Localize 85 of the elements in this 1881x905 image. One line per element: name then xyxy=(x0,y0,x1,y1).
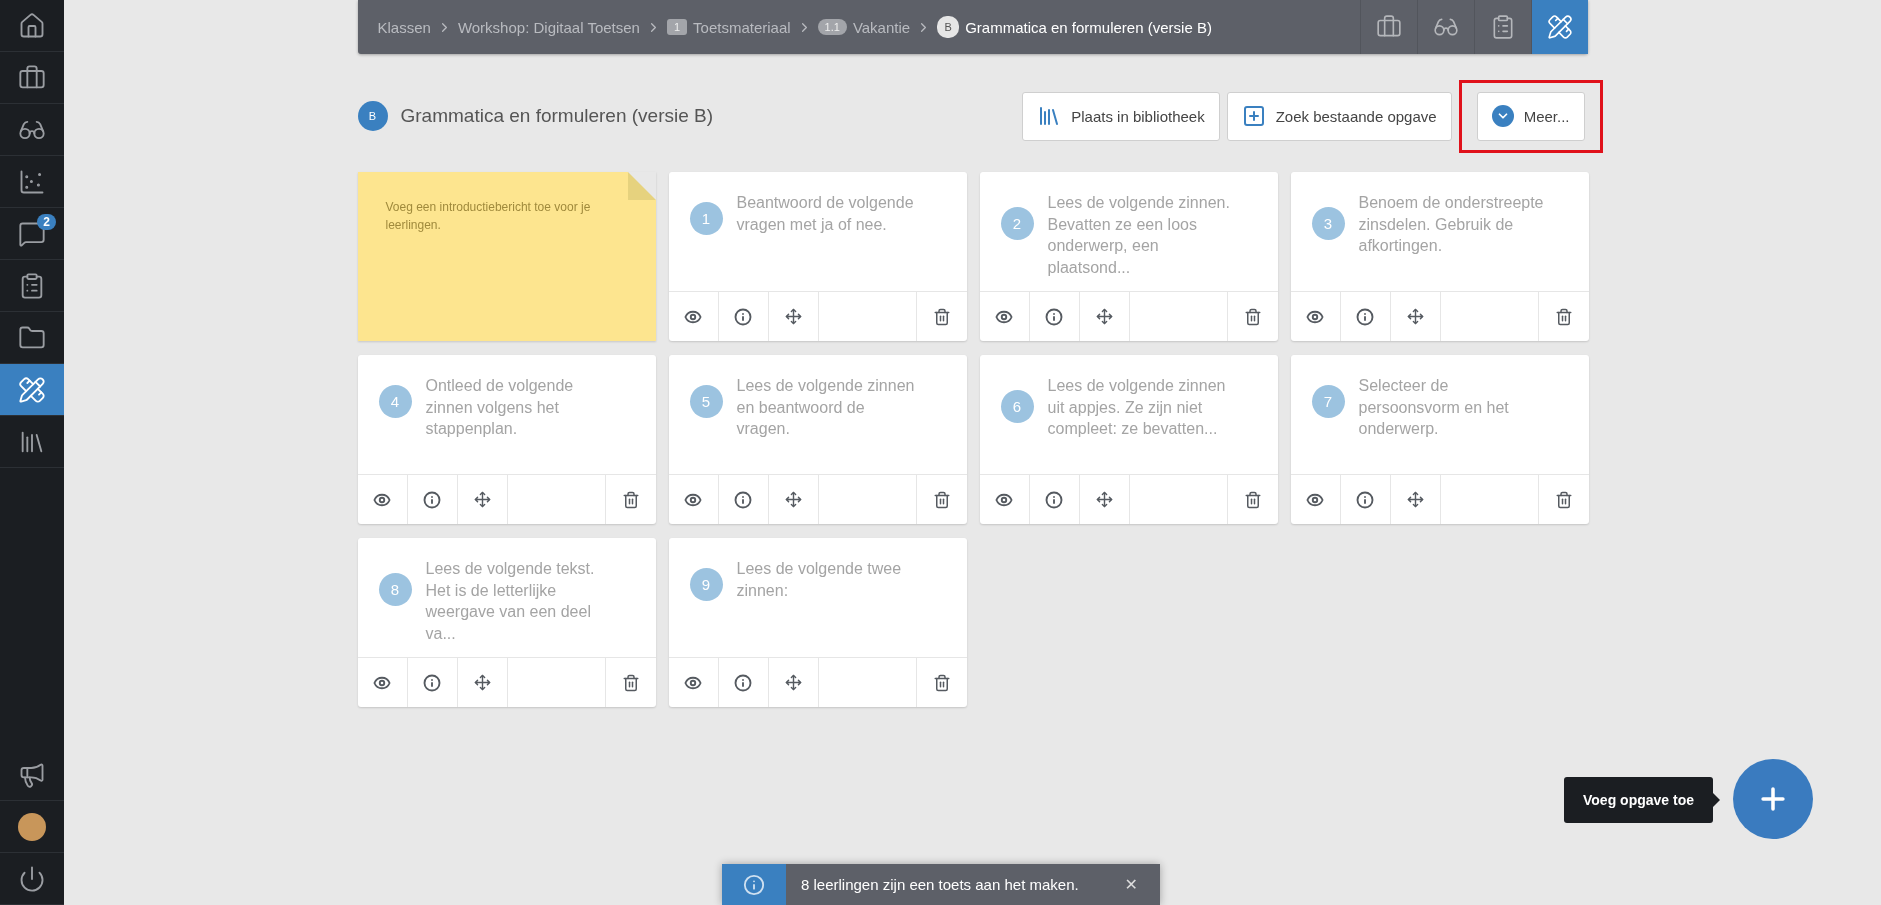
move-icon xyxy=(784,308,802,325)
question-card[interactable]: 3 Benoem de onderstreepte zinsdelen. Gebruik de afkortingen. xyxy=(1290,172,1589,341)
info-icon xyxy=(1045,490,1063,509)
note-text: Voeg een introductiebericht toe voor je leerlingen. xyxy=(385,199,592,234)
dropdown-icon xyxy=(1491,105,1514,127)
question-number: 7 xyxy=(1311,385,1345,418)
notification-badge: 2 xyxy=(37,214,56,230)
add-square-icon xyxy=(1241,104,1266,128)
page-title: Grammatica en formuleren (versie B) xyxy=(400,105,715,127)
trash-icon xyxy=(932,673,951,692)
info-icon xyxy=(734,490,752,509)
info-icon xyxy=(423,490,441,509)
info-icon xyxy=(423,673,441,692)
tooltip: Voeg opgave toe xyxy=(1564,777,1713,823)
close-button[interactable]: ✕ xyxy=(1102,864,1160,905)
question-card[interactable]: 8 Lees de volgende tekst. Het is de letterlijke weergave van een deel va... xyxy=(357,538,656,707)
trash-icon xyxy=(621,673,640,692)
info-icon xyxy=(734,307,752,326)
info-icon xyxy=(743,873,765,896)
intro-note[interactable]: Voeg een introductiebericht toe voor je leerlingen. xyxy=(357,172,656,341)
question-number: 1 xyxy=(689,202,723,235)
move-icon xyxy=(1406,308,1424,325)
sidebar-item[interactable] xyxy=(0,364,64,416)
version-badge: B xyxy=(357,101,388,131)
trash-icon xyxy=(621,490,640,509)
question-card[interactable]: 7 Selecteer de persoonsvorm en het onderwerp. xyxy=(1290,355,1589,524)
question-number: 9 xyxy=(689,568,723,601)
toolbar-button[interactable]: Zoek bestaande opgave xyxy=(1226,91,1452,141)
question-text: Lees de volgende zinnen. Bevatten ze een loos onderwerp, een plaatsond... xyxy=(1047,193,1231,278)
toast-message: 8 leerlingen zijn een toets aan het maken. xyxy=(800,875,1080,895)
toolbar-button[interactable] xyxy=(1530,0,1588,54)
home-icon xyxy=(18,11,46,40)
question-card[interactable]: 9 Lees de volgende twee zinnen: xyxy=(668,538,967,707)
question-number: 6 xyxy=(1000,390,1034,423)
move-icon xyxy=(1095,308,1113,325)
question-text: Selecteer de persoonsvorm en het onderwerp. xyxy=(1358,376,1510,440)
question-text: Lees de volgende zinnen en beantwoord de vragen. xyxy=(736,376,916,440)
move-icon xyxy=(784,674,802,691)
question-number: 4 xyxy=(378,385,412,418)
question-number: 8 xyxy=(378,573,412,606)
question-card[interactable]: 6 Lees de volgende zinnen uit appjes. Ze zijn niet compleet: ze bevatten... xyxy=(979,355,1278,524)
question-number: 5 xyxy=(689,385,723,418)
info-icon xyxy=(1045,307,1063,326)
more-button[interactable]: Meer... xyxy=(1476,91,1585,141)
trash-icon xyxy=(1554,307,1573,326)
breadcrumb-badge: 1.1 xyxy=(817,19,847,35)
info-icon xyxy=(734,673,752,692)
move-icon xyxy=(473,491,491,508)
move-icon xyxy=(1095,491,1113,508)
breadcrumb-badge: B xyxy=(937,16,960,38)
pencil-ruler-icon xyxy=(18,375,46,404)
move-icon xyxy=(473,674,491,691)
question-text: Lees de volgende tekst. Het is de letterlijke weergave van een deel va... xyxy=(425,559,596,644)
breadcrumb-link[interactable]: Toetsmateriaal xyxy=(693,18,791,36)
trash-icon xyxy=(1243,307,1262,326)
info-icon xyxy=(1356,490,1374,509)
user-avatar[interactable] xyxy=(18,812,46,841)
breadcrumb-link[interactable]: Vakantie xyxy=(852,18,911,36)
trash-icon xyxy=(1554,490,1573,509)
question-text: Beantwoord de volgende vragen met ja of nee. xyxy=(736,193,915,235)
question-text: Lees de volgende zinnen uit appjes. Ze zijn niet compleet: ze bevatten... xyxy=(1047,376,1227,440)
power-icon xyxy=(18,864,46,893)
question-card[interactable]: 4 Ontleed de volgende zinnen volgens het stappenplan. xyxy=(357,355,656,524)
breadcrumb-link[interactable]: Workshop: Digitaal Toetsen xyxy=(457,18,640,36)
question-card[interactable]: 2 Lees de volgende zinnen. Bevatten ze een loos onderwerp, een plaatsond... xyxy=(979,172,1278,341)
toolbar-button[interactable]: Plaats in bibliotheek xyxy=(1022,91,1220,141)
trash-icon xyxy=(1243,490,1262,509)
question-number: 2 xyxy=(1000,207,1034,240)
move-icon xyxy=(1406,491,1424,508)
breadcrumb-link[interactable]: Grammatica en formuleren (versie B) xyxy=(965,18,1212,36)
question-card[interactable]: 5 Lees de volgende zinnen en beantwoord de vragen. xyxy=(668,355,967,524)
question-number: 3 xyxy=(1311,207,1345,240)
breadcrumb-link[interactable]: Klassen xyxy=(377,18,431,36)
question-text: Ontleed de volgende zinnen volgens het stappenplan. xyxy=(425,376,575,440)
trash-icon xyxy=(932,307,951,326)
question-text: Benoem de onderstreepte zinsdelen. Gebruik de afkortingen. xyxy=(1358,193,1544,257)
info-icon xyxy=(1356,307,1374,326)
trash-icon xyxy=(932,490,951,509)
question-text: Lees de volgende twee zinnen: xyxy=(736,559,903,601)
move-icon xyxy=(784,491,802,508)
sidebar-item[interactable]: 2 xyxy=(0,208,64,260)
tooltip-arrow xyxy=(1713,793,1720,807)
breadcrumb-badge: 1 xyxy=(666,19,688,35)
question-card[interactable]: 1 Beantwoord de volgende vragen met ja of nee. xyxy=(668,172,967,341)
pencil-ruler-icon xyxy=(1546,14,1573,40)
